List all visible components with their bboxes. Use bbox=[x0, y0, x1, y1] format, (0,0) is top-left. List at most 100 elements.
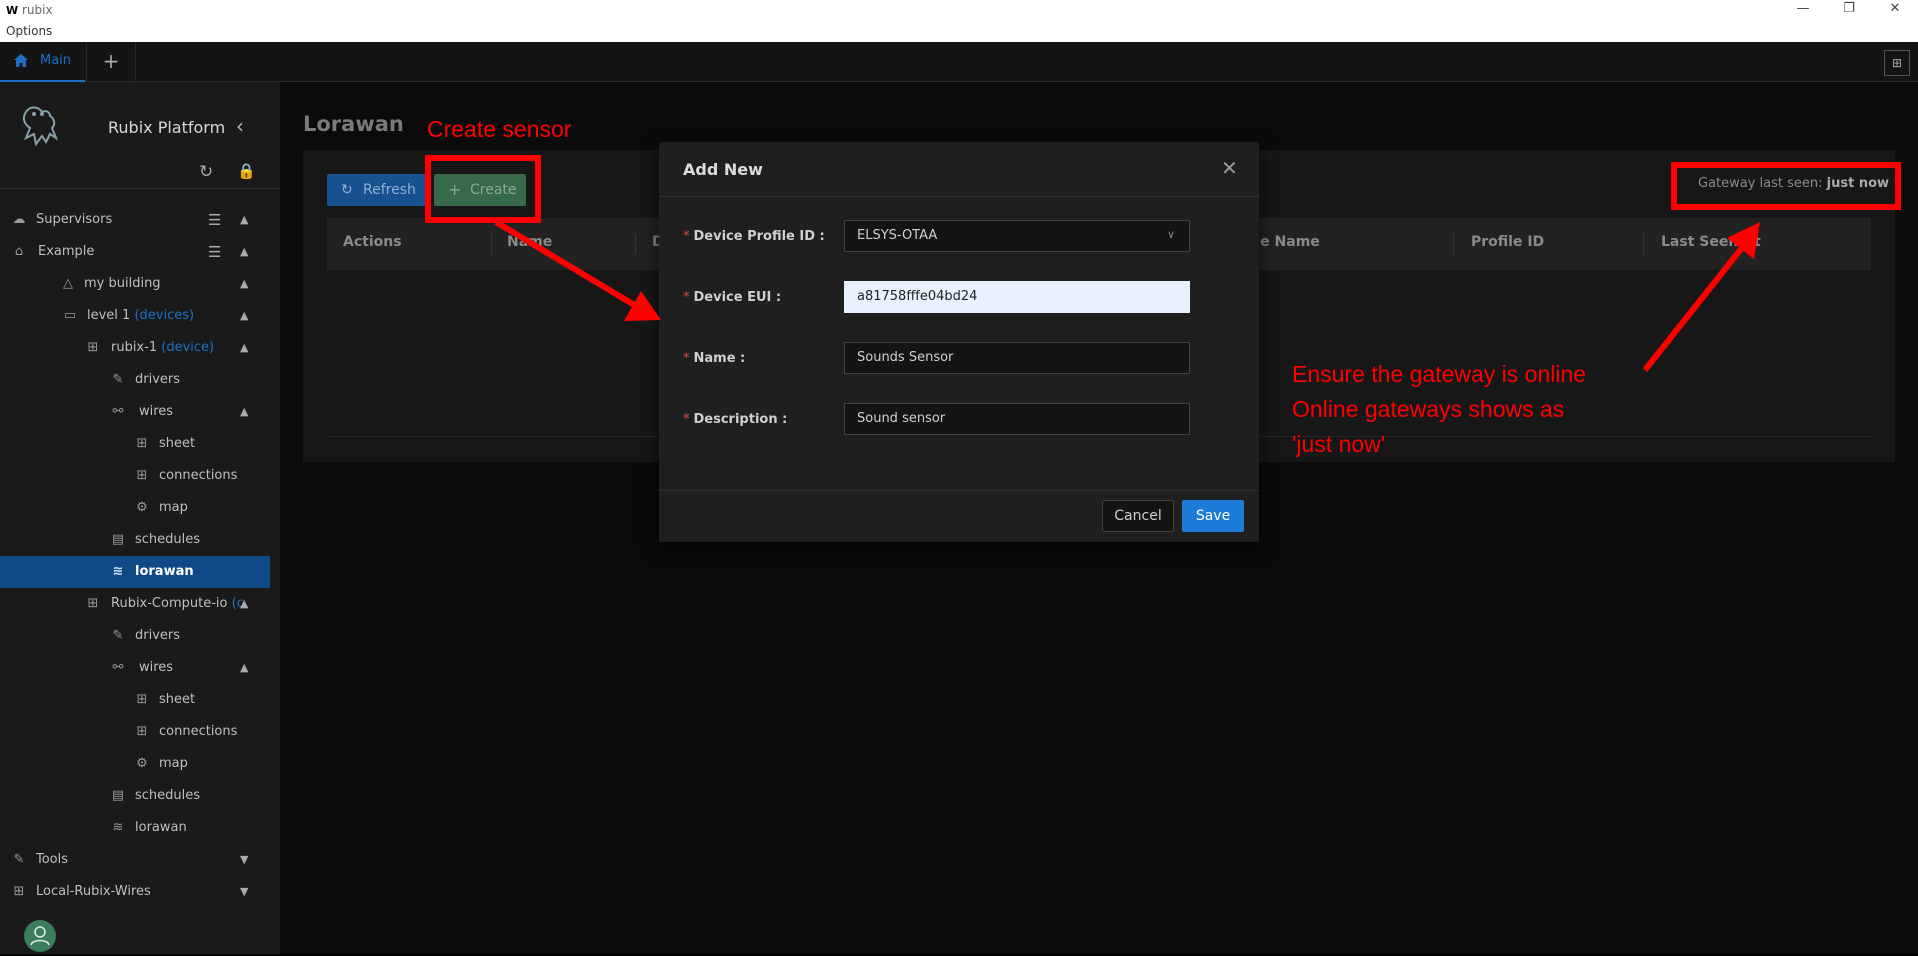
sidebar-item-label: map bbox=[159, 500, 188, 515]
network-icon: ⊞ bbox=[13, 884, 25, 899]
chevron-down-icon[interactable]: ▼ bbox=[240, 876, 248, 908]
warning-triangle-icon: △ bbox=[63, 276, 73, 291]
chevron-up-icon[interactable]: ▲ bbox=[240, 236, 248, 268]
tab-main-label: Main bbox=[40, 53, 72, 68]
app-logo: W bbox=[6, 4, 19, 17]
column-separator bbox=[1453, 234, 1454, 254]
layout-toggle-icon[interactable]: ⊞ bbox=[1884, 50, 1910, 76]
sidebar-brand: Rubix Platform ‹ bbox=[0, 82, 280, 162]
options-menu[interactable]: Options bbox=[6, 24, 52, 38]
wires-icon: ⚯ bbox=[112, 404, 124, 419]
add-tab-button[interactable]: + bbox=[86, 42, 136, 82]
tab-main[interactable]: Main bbox=[0, 42, 85, 82]
sidebar-item-sheet[interactable]: ⊞ sheet bbox=[0, 684, 270, 716]
sidebar-item-connections[interactable]: ⊞ connections bbox=[0, 716, 270, 748]
sidebar-item-drivers[interactable]: ✎ drivers bbox=[0, 364, 270, 396]
chevron-up-icon[interactable]: ▲ bbox=[240, 204, 248, 236]
sheet-icon: ⊞ bbox=[136, 436, 148, 451]
sidebar-item-lorawan-active[interactable]: ≋ lorawan bbox=[0, 556, 270, 588]
sidebar-item-tools[interactable]: ✎ Tools ▼ bbox=[0, 844, 270, 876]
sidebar-item-label: Rubix-Compute-io bbox=[111, 596, 228, 611]
sidebar-item-wires[interactable]: ⚯ wires ▲ bbox=[0, 652, 270, 684]
calendar-icon: ▤ bbox=[111, 532, 125, 547]
chevron-up-icon[interactable]: ▲ bbox=[240, 396, 248, 428]
name-input[interactable]: Sounds Sensor bbox=[844, 342, 1190, 374]
sidebar-item-label: my building bbox=[84, 276, 161, 291]
chevron-up-icon[interactable]: ▲ bbox=[240, 300, 248, 332]
sidebar-item-map[interactable]: ⚙ map bbox=[0, 492, 270, 524]
chevron-up-icon[interactable]: ▲ bbox=[240, 588, 248, 620]
menu-icon[interactable]: ☰ bbox=[208, 204, 221, 236]
calendar-icon: ▤ bbox=[111, 788, 125, 803]
column-separator bbox=[1643, 234, 1644, 254]
device-profile-label: * Device Profile ID : bbox=[683, 229, 825, 244]
frog-logo-icon bbox=[22, 106, 59, 147]
sidebar-item-map[interactable]: ⚙ map bbox=[0, 748, 270, 780]
sidebar-item-lorawan[interactable]: ≋ lorawan bbox=[0, 812, 270, 844]
sidebar-item-my-building[interactable]: △ my building ▲ bbox=[0, 268, 270, 300]
restore-icon[interactable]: ❐ bbox=[1826, 0, 1872, 20]
cancel-button[interactable]: Cancel bbox=[1102, 500, 1174, 532]
refresh-button[interactable]: ↻ Refresh bbox=[327, 174, 429, 206]
sidebar-item-label: drivers bbox=[135, 628, 181, 643]
chevron-up-icon[interactable]: ▲ bbox=[240, 268, 248, 300]
gateway-annotation-line-1: Ensure the gateway is online bbox=[1292, 361, 1587, 387]
sidebar-item-label: map bbox=[159, 756, 188, 771]
sidebar-item-sheet[interactable]: ⊞ sheet bbox=[0, 428, 270, 460]
chevron-down-icon[interactable]: ▼ bbox=[240, 844, 248, 876]
minimize-icon[interactable]: — bbox=[1780, 0, 1826, 20]
refresh-icon[interactable]: ↻ bbox=[199, 162, 213, 182]
chevron-up-icon[interactable]: ▲ bbox=[240, 652, 248, 684]
device-profile-select[interactable]: ELSYS-OTAA bbox=[844, 220, 1190, 252]
sidebar-item-example[interactable]: ⌂ Example ☰ ▲ bbox=[0, 236, 270, 268]
cloud-icon: ☁ bbox=[12, 212, 26, 227]
chevron-down-icon[interactable]: ∨ bbox=[1167, 228, 1175, 241]
map-icon: ⚙ bbox=[136, 500, 148, 515]
device-tag: (device) bbox=[161, 340, 215, 355]
sidebar-item-local-rubix-wires[interactable]: ⊞ Local-Rubix-Wires ▼ bbox=[0, 876, 270, 908]
sidebar-item-wires[interactable]: ⚯ wires ▲ bbox=[0, 396, 270, 428]
sidebar-item-connections[interactable]: ⊞ connections bbox=[0, 460, 270, 492]
close-window-icon[interactable]: ✕ bbox=[1872, 0, 1918, 20]
window-title: rubix bbox=[22, 3, 53, 17]
modal-footer: Cancel Save bbox=[659, 490, 1259, 542]
wrench-icon: ✎ bbox=[112, 372, 124, 387]
sidebar-item-rubix-compute-io[interactable]: ⊞ Rubix-Compute-io (c ▲ bbox=[0, 588, 270, 620]
sidebar-item-schedules[interactable]: ▤ schedules bbox=[0, 780, 270, 812]
description-input[interactable]: Sound sensor bbox=[844, 403, 1190, 435]
column-header-profile-id: Profile ID bbox=[1471, 234, 1545, 250]
save-button[interactable]: Save bbox=[1182, 500, 1244, 532]
sidebar-item-label: rubix-1 bbox=[111, 340, 158, 355]
menu-icon[interactable]: ☰ bbox=[208, 236, 221, 268]
sidebar-item-drivers[interactable]: ✎ drivers bbox=[0, 620, 270, 652]
column-header-name: Name bbox=[507, 234, 553, 250]
gateway-annotation-line-3: 'just now' bbox=[1292, 431, 1386, 457]
sidebar-item-label: schedules bbox=[135, 788, 201, 803]
page-title: Lorawan bbox=[303, 112, 404, 136]
gateway-annotation-box bbox=[1671, 162, 1901, 210]
user-avatar[interactable] bbox=[24, 920, 56, 952]
network-icon: ⊞ bbox=[87, 596, 99, 611]
collapse-sidebar-icon[interactable]: ‹ bbox=[236, 114, 244, 138]
map-icon: ⚙ bbox=[136, 756, 148, 771]
chevron-up-icon[interactable]: ▲ bbox=[240, 332, 248, 364]
sidebar-item-supervisors[interactable]: ☁ Supervisors ☰ ▲ bbox=[0, 204, 270, 236]
sidebar-item-rubix-1[interactable]: ⊞ rubix-1 (device) ▲ bbox=[0, 332, 270, 364]
connections-icon: ⊞ bbox=[136, 468, 148, 483]
wifi-icon: ≋ bbox=[112, 564, 124, 579]
device-profile-value: ELSYS-OTAA bbox=[857, 228, 938, 243]
sidebar-item-level-1[interactable]: ▭ level 1 (devices) ▲ bbox=[0, 300, 270, 332]
sidebar-item-label: wires bbox=[139, 660, 174, 675]
wrench-icon: ✎ bbox=[112, 628, 124, 643]
name-label: * Name : bbox=[683, 351, 746, 366]
connections-icon: ⊞ bbox=[136, 724, 148, 739]
sidebar-item-label: level 1 bbox=[87, 308, 131, 323]
sidebar-item-label: schedules bbox=[135, 532, 201, 547]
lock-icon[interactable]: 🔒 bbox=[237, 162, 256, 180]
modal-title: Add New bbox=[683, 160, 763, 179]
tab-bar: Main + ⊞ bbox=[0, 42, 1918, 82]
close-icon[interactable]: ✕ bbox=[1221, 156, 1238, 180]
home-icon: ⌂ bbox=[14, 244, 24, 259]
sidebar-item-schedules[interactable]: ▤ schedules bbox=[0, 524, 270, 556]
device-eui-input[interactable]: a81758fffe04bd24 bbox=[844, 281, 1190, 313]
